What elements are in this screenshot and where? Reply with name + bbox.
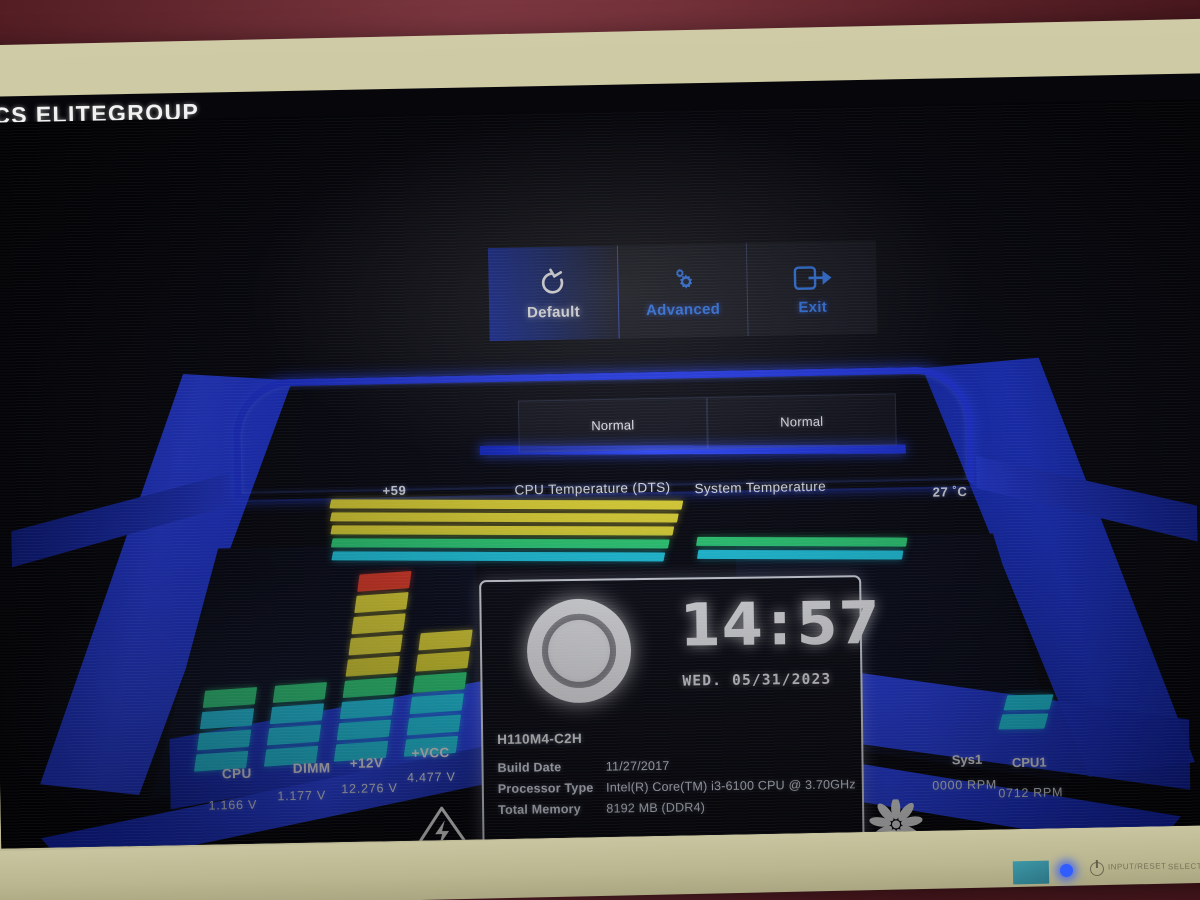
voltage-bar-segment	[357, 570, 412, 592]
gears-icon	[665, 264, 700, 297]
voltage-label-0: CPU	[221, 765, 252, 782]
voltage-label-2: +12V	[349, 755, 384, 771]
system-temperature-value: 27 ˚C	[932, 483, 968, 500]
motherboard-model: H110M4-C2H	[497, 730, 583, 747]
monitor-screen: CS ELITEGROUP Default Advanced Exit Norm…	[0, 73, 1200, 849]
cpu-temperature-bargraph	[319, 499, 684, 562]
voltage-bar-segment	[351, 613, 406, 635]
bezel-sticker	[1012, 860, 1050, 885]
voltage-bar-segment	[348, 634, 403, 656]
voltage-bar-segment	[418, 629, 473, 651]
temp-bar-segment	[330, 525, 675, 536]
clock-minutes: 57	[795, 587, 881, 659]
system-info-panel: 14:57 WED. 05/31/2023 H110M4-C2H Build D…	[479, 575, 881, 849]
voltage-bar-segment	[196, 729, 252, 751]
tab-advanced[interactable]: Advanced	[617, 243, 749, 339]
voltage-bar-segment	[412, 672, 467, 693]
voltage-column-12v	[333, 570, 412, 762]
fan-cpu1-bargraph	[998, 694, 1054, 730]
voltage-column-dimm	[263, 682, 328, 767]
voltage-column-cpu	[194, 687, 258, 772]
voltage-value-1: 1.177 V	[277, 788, 327, 804]
voltage-bar-segment	[336, 719, 392, 741]
spec-value: 8192 MB (DDR4)	[606, 799, 706, 816]
voltage-bar-segment	[269, 703, 325, 725]
photograph-of-monitor: INPUT/RESET SELECT CS ELITEGROUP Default…	[0, 0, 1200, 900]
voltage-bar-segment	[339, 698, 395, 720]
temp-bar-segment	[695, 536, 908, 547]
voltage-label-3: +VCC	[411, 744, 450, 761]
fan-bar-segment	[1003, 694, 1054, 711]
voltage-value-0: 1.166 V	[208, 797, 258, 813]
voltage-bar-segment	[354, 592, 409, 614]
clock-colon: :	[767, 589, 793, 659]
system-temperature-label: System Temperature	[694, 478, 827, 497]
voltage-value-3: 4.477 V	[406, 769, 456, 785]
voltage-bar-segment	[345, 655, 400, 677]
system-spec-table: Build Date 11/27/2017 Processor Type Intel(…	[497, 752, 856, 820]
tab-default[interactable]: Default	[487, 245, 620, 342]
temperature-status-row: Normal Normal	[517, 393, 897, 453]
voltage-bar-segment	[266, 724, 322, 746]
voltage-column-vcc	[403, 629, 473, 757]
bezel-label-input: INPUT/RESET	[1107, 861, 1167, 872]
system-temperature-bargraph	[694, 536, 908, 560]
cpu-temperature-label: CPU Temperature (DTS)	[514, 479, 671, 498]
voltage-bar-segment	[272, 682, 328, 703]
tab-exit-label: Exit	[798, 298, 828, 316]
bios-ez-mode-screen: Default Advanced Exit Normal Normal CPU …	[0, 99, 1200, 849]
system-clock: 14:57	[679, 588, 881, 660]
voltage-label-1: DIMM	[292, 760, 331, 776]
voltage-bar-segment	[342, 677, 397, 698]
bezel-label-select: SELECT	[1167, 861, 1200, 872]
voltage-bar-segment	[409, 693, 464, 715]
voltage-bar-segment	[199, 708, 255, 730]
tab-exit[interactable]: Exit	[747, 241, 877, 336]
voltage-value-2: 12.276 V	[341, 780, 398, 797]
voltage-bar-segment	[202, 687, 258, 708]
ecs-ring-logo-icon	[526, 598, 632, 704]
spec-key: Processor Type	[497, 780, 594, 796]
temp-bar-segment	[330, 538, 670, 549]
tab-advanced-label: Advanced	[645, 300, 721, 319]
exit-door-icon	[792, 261, 833, 294]
reset-arrow-icon	[538, 266, 569, 299]
voltage-bar-segment	[415, 650, 470, 672]
tab-default-label: Default	[526, 302, 581, 321]
fan-sys1-label: Sys1	[951, 751, 983, 768]
system-date: WED. 05/31/2023	[682, 671, 832, 690]
voltage-bar-segment	[406, 714, 462, 736]
top-navigation-tabs: Default Advanced Exit	[487, 240, 878, 342]
spec-row: Total Memory 8192 MB (DDR4)	[498, 794, 856, 820]
cpu-temp-status: Normal	[517, 396, 708, 453]
cpu-temperature-value: +59	[382, 482, 407, 499]
fan-bar-segment	[998, 713, 1049, 730]
temp-bar-segment	[329, 512, 679, 523]
fan-cpu1-rpm: 0712 RPM	[998, 785, 1064, 801]
spec-key: Total Memory	[498, 801, 581, 817]
fan-cpu1-label: CPU1	[1011, 754, 1047, 771]
temp-bar-segment	[329, 499, 684, 510]
temp-bar-segment	[331, 551, 666, 562]
fan-sys1-rpm: 0000 RPM	[932, 777, 998, 793]
temp-bar-segment	[696, 549, 904, 560]
power-led-icon	[1060, 864, 1073, 877]
voltage-bargraph	[194, 570, 488, 772]
system-temp-status: Normal	[706, 393, 897, 449]
clock-hours: 14	[679, 589, 765, 660]
spec-key: Build Date	[497, 759, 562, 775]
